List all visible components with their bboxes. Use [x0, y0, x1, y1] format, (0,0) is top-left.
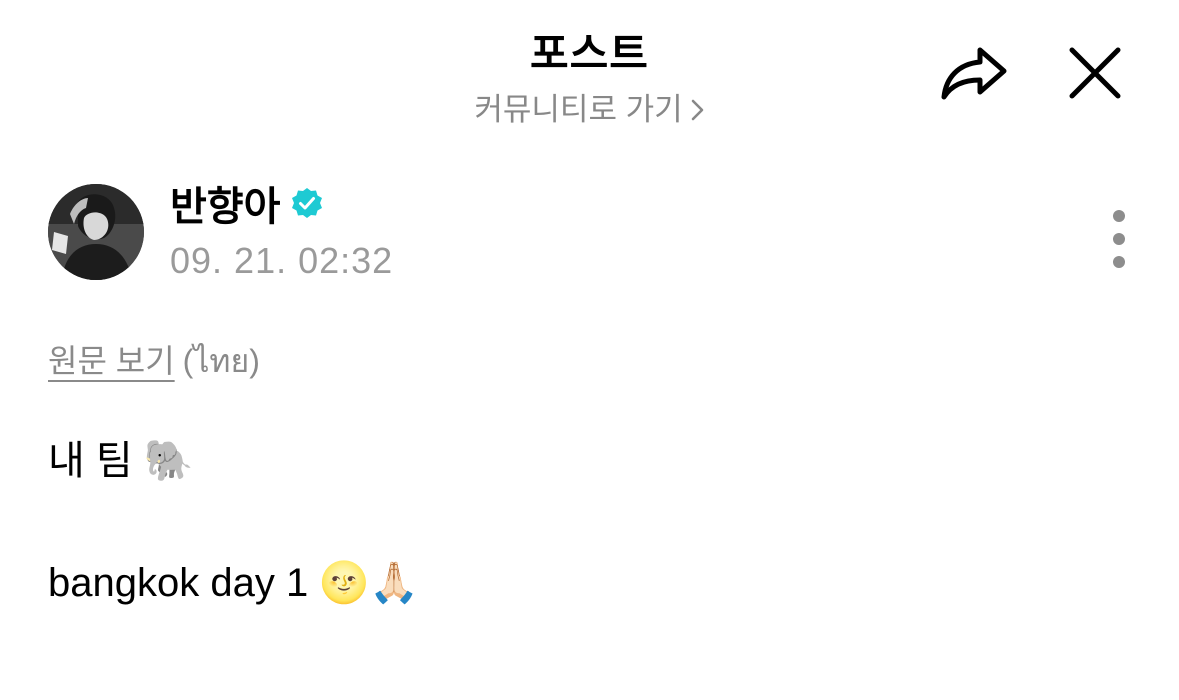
more-options-button[interactable]: [1106, 210, 1132, 272]
community-link-label: 커뮤니티로 가기: [474, 92, 683, 127]
translation-row: 원문 보기 (ไทย): [48, 336, 260, 387]
share-button[interactable]: [940, 40, 1010, 104]
more-vertical-icon: [1113, 210, 1125, 222]
close-button[interactable]: [1064, 42, 1126, 104]
close-icon: [1069, 47, 1121, 99]
post-timestamp: 09. 21. 02:32: [170, 240, 394, 281]
chevron-right-icon: [691, 94, 705, 130]
more-dot: [1113, 233, 1125, 245]
post-header: 포스트 커뮤니티로 가기: [0, 0, 1179, 140]
author-name-label: 반향아: [170, 185, 281, 229]
post-text-line: 내 팀 🐘: [48, 439, 194, 483]
post-content: 내 팀 🐘 bangkok day 1 🌝🙏🏻: [48, 430, 419, 614]
author-row: 반향아 09. 21. 02:32: [48, 184, 1148, 284]
view-original-link[interactable]: 원문 보기: [48, 343, 175, 379]
post-text-line: bangkok day 1 🌝🙏🏻: [48, 561, 419, 605]
avatar[interactable]: [48, 184, 144, 280]
verified-badge-icon: [290, 184, 324, 230]
more-dot: [1113, 256, 1125, 268]
author-name[interactable]: 반향아: [170, 184, 324, 230]
share-arrow-icon: [941, 47, 1007, 100]
original-language: (ไทย): [182, 343, 260, 379]
